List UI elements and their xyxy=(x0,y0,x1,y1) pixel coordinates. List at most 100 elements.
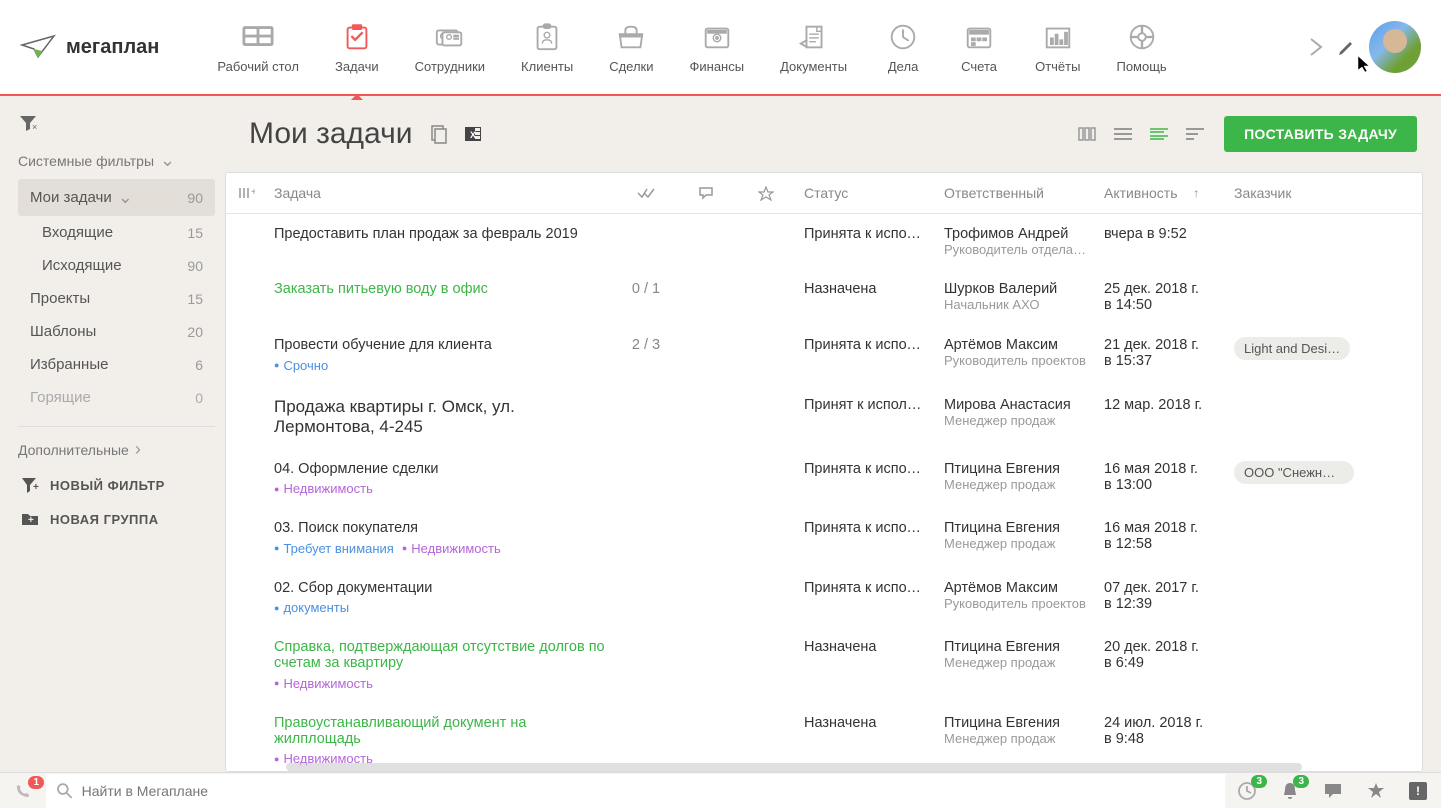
sidebar-item[interactable]: Шаблоны20 xyxy=(18,315,215,348)
svg-text:×: × xyxy=(32,122,37,132)
nav-label: Счета xyxy=(961,59,997,74)
table-row[interactable]: Правоустанавливающий документ на жилплощ… xyxy=(226,703,1422,773)
activity-date: 24 июл. 2018 г. xyxy=(1104,715,1218,731)
th-responsible[interactable]: Ответственный xyxy=(936,173,1096,213)
activity-date: 25 дек. 2018 г. xyxy=(1104,281,1218,297)
nav-clients[interactable]: Клиенты xyxy=(503,11,591,84)
sidebar-section-system-filters[interactable]: Системные фильтры xyxy=(18,150,215,171)
logo[interactable]: мегаплан xyxy=(20,33,159,61)
sidebar-item[interactable]: Проекты15 xyxy=(18,282,215,315)
svg-text:+: + xyxy=(33,482,39,493)
sidebar-section-additional[interactable]: Дополнительные xyxy=(18,439,215,460)
table-row[interactable]: Предоставить план продаж за февраль 2019… xyxy=(226,214,1422,269)
nav-finance[interactable]: Финансы xyxy=(672,11,763,84)
responsible-role: Руководитель проектов xyxy=(944,596,1088,611)
create-task-button[interactable]: ПОСТАВИТЬ ЗАДАЧУ xyxy=(1224,116,1417,152)
nav-accounts[interactable]: Счета xyxy=(941,11,1017,84)
th-star-icon[interactable] xyxy=(736,173,796,213)
task-title: Провести обучение для клиента xyxy=(274,337,608,353)
nav-label: Документы xyxy=(780,59,847,74)
th-status[interactable]: Статус xyxy=(796,173,936,213)
sidebar-item[interactable]: Исходящие90 xyxy=(18,249,215,282)
task-counter: 2 / 3 xyxy=(616,335,676,375)
sidebar-item[interactable]: Избранные6 xyxy=(18,348,215,381)
nav-deals[interactable]: Сделки xyxy=(591,11,671,84)
star-icon[interactable] xyxy=(1367,782,1385,799)
clients-icon xyxy=(527,21,567,53)
th-activity[interactable]: Активность ↑ xyxy=(1096,173,1226,213)
alert-icon[interactable]: ! xyxy=(1409,782,1427,800)
activity-date: 20 дек. 2018 г. xyxy=(1104,639,1218,655)
responsible-name: Шурков Валерий xyxy=(944,281,1088,297)
nav-label: Финансы xyxy=(690,59,745,74)
table-header: + Задача Статус Ответственный Активность… xyxy=(226,173,1422,214)
table-row[interactable]: Справка, подтверждающая отсутствие долго… xyxy=(226,627,1422,703)
sidebar-item[interactable]: Горящие0 xyxy=(18,381,215,414)
task-title: 04. Оформление сделки xyxy=(274,461,608,477)
responsible-role: Руководитель проектов xyxy=(944,353,1088,368)
nav-cases[interactable]: Дела xyxy=(865,11,941,84)
table-row[interactable]: Продажа квартиры г. Омск, ул. Лермонтова… xyxy=(226,385,1422,449)
nav-label: Задачи xyxy=(335,59,379,74)
pencil-icon[interactable] xyxy=(1337,37,1357,57)
search-input[interactable] xyxy=(82,783,1215,799)
user-avatar[interactable] xyxy=(1369,21,1421,73)
copy-icon[interactable] xyxy=(428,123,450,145)
phone-icon[interactable]: 1 xyxy=(14,782,34,800)
nav-label: Помощь xyxy=(1116,59,1166,74)
nav-label: Клиенты xyxy=(521,59,573,74)
table-row[interactable]: Заказать питьевую воду в офис0 / 1Назнач… xyxy=(226,269,1422,325)
excel-export-icon[interactable]: X xyxy=(462,123,484,145)
responsible-name: Артёмов Максим xyxy=(944,337,1088,353)
nav-employees[interactable]: Сотрудники xyxy=(397,11,503,84)
table-row[interactable]: Провести обучение для клиента Срочно 2 / 3… xyxy=(226,325,1422,385)
task-counter xyxy=(616,395,676,439)
activity-date: 12 мар. 2018 г. xyxy=(1104,397,1218,413)
view-lines-icon[interactable] xyxy=(1146,124,1172,144)
horizontal-scrollbar[interactable] xyxy=(286,763,1303,771)
sidebar-item-label: Горящие xyxy=(30,389,91,406)
th-customer[interactable]: Заказчик xyxy=(1226,173,1356,213)
chat-icon[interactable] xyxy=(1323,782,1343,800)
bell-icon[interactable]: 3 xyxy=(1281,781,1299,801)
table-row[interactable]: 04. Оформление сделкиНедвижимостьПринята… xyxy=(226,449,1422,509)
activity-time: в 12:58 xyxy=(1104,536,1218,552)
chevron-right-icon xyxy=(135,439,141,460)
customer-pill[interactable]: Light and Desi… xyxy=(1234,337,1350,360)
sidebar-list: Мои задачи90Входящие15Исходящие90Проекты… xyxy=(18,179,215,414)
nav-help[interactable]: Помощь xyxy=(1098,11,1184,84)
nav-label: Дела xyxy=(888,59,918,74)
task-counter xyxy=(616,578,676,618)
svg-text:+: + xyxy=(28,515,34,526)
nav-tasks[interactable]: Задачи xyxy=(317,11,397,84)
view-columns-icon[interactable] xyxy=(1074,124,1100,144)
activity-time: в 9:48 xyxy=(1104,731,1218,747)
th-done[interactable] xyxy=(616,173,676,213)
view-align-icon[interactable] xyxy=(1182,124,1208,144)
task-title: 03. Поиск покупателя xyxy=(274,520,608,536)
nav-docs[interactable]: Документы xyxy=(762,11,865,84)
table-row[interactable]: 02. Сбор документациидокументыПринята к … xyxy=(226,568,1422,628)
folder-plus-icon: + xyxy=(20,510,40,528)
table-row[interactable]: 03. Поиск покупателяТребует вниманияНедв… xyxy=(226,508,1422,568)
task-tags: Срочно xyxy=(274,356,608,373)
nav-reports[interactable]: Отчёты xyxy=(1017,11,1098,84)
clock-icon[interactable]: 3 xyxy=(1237,781,1257,801)
responsible-name: Птицина Евгения xyxy=(944,639,1088,655)
sidebar-item[interactable]: Мои задачи90 xyxy=(18,179,215,216)
nav-desktop[interactable]: Рабочий стол xyxy=(199,11,317,84)
task-counter xyxy=(616,637,676,693)
th-task[interactable]: Задача xyxy=(266,173,616,213)
filter-funnel-icon[interactable]: × xyxy=(18,114,215,132)
sidebar-item-label: Мои задачи xyxy=(30,189,112,206)
new-group-button[interactable]: + НОВАЯ ГРУППА xyxy=(18,502,215,536)
sidebar-item[interactable]: Входящие15 xyxy=(18,216,215,249)
view-list-icon[interactable] xyxy=(1110,124,1136,144)
nav-more-chevron[interactable] xyxy=(1307,33,1325,61)
settings-column[interactable]: + xyxy=(226,173,266,213)
accounts-icon xyxy=(959,21,999,53)
customer-pill[interactable]: ООО "Снежны… xyxy=(1234,461,1354,484)
new-filter-button[interactable]: + НОВЫЙ ФИЛЬТР xyxy=(18,468,215,502)
th-comment-icon[interactable] xyxy=(676,173,736,213)
bottom-search[interactable] xyxy=(46,774,1225,808)
